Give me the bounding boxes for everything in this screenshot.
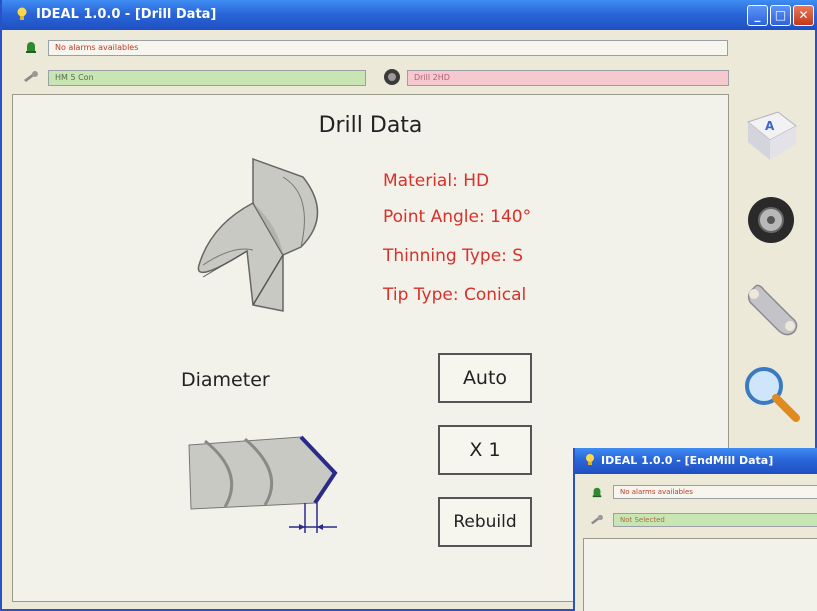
tool-status-field: HM 5 Con (48, 70, 366, 86)
drill-status-field: Drill 2HD (407, 70, 729, 86)
alarm-bell-icon (26, 42, 36, 53)
wrench-small-icon (591, 514, 603, 525)
endmill-data-window: IDEAL 1.0.0 - [EndMill Data] No alarms a… (573, 448, 817, 611)
keyboard-key-icon[interactable]: A (740, 108, 800, 164)
page-title: Drill Data (318, 113, 423, 138)
magnifier-icon[interactable] (740, 362, 802, 424)
rebuild-button[interactable]: Rebuild (438, 497, 532, 547)
minimize-button[interactable]: _ (747, 5, 768, 26)
window-title: IDEAL 1.0.0 - [Drill Data] (36, 7, 217, 22)
svg-text:A: A (765, 119, 775, 133)
endmill-title-bar[interactable]: IDEAL 1.0.0 - [EndMill Data] (575, 448, 817, 474)
lightbulb-icon (586, 454, 594, 465)
tip-type-label: Tip Type: Conical (383, 285, 527, 305)
thinning-type-label: Thinning Type: S (383, 246, 524, 266)
endmill-alarm-field: No alarms availables (613, 485, 817, 499)
tire-icon[interactable] (746, 194, 796, 246)
lightbulb-icon (17, 7, 27, 20)
title-bar[interactable]: IDEAL 1.0.0 - [Drill Data] _ □ ✕ (2, 0, 817, 30)
alarm-status-field: No alarms availables (48, 40, 728, 56)
endmill-content-panel (583, 538, 817, 611)
drill-side-illustration (188, 435, 338, 533)
wrench-icon[interactable] (742, 280, 802, 342)
alarm-bell-icon (592, 487, 602, 498)
diameter-label: Diameter (181, 369, 270, 391)
material-label: Material: HD (383, 171, 490, 191)
endmill-tool-field: Not Selected (613, 513, 817, 527)
x1-button[interactable]: X 1 (438, 425, 532, 475)
drill-tip-illustration (197, 157, 319, 312)
wrench-small-icon (24, 71, 38, 82)
point-angle-label: Point Angle: 140° (383, 207, 532, 227)
tire-small-icon (384, 69, 400, 85)
maximize-button[interactable]: □ (770, 5, 791, 26)
auto-button[interactable]: Auto (438, 353, 532, 403)
endmill-window-title: IDEAL 1.0.0 - [EndMill Data] (601, 454, 774, 467)
close-button[interactable]: ✕ (793, 5, 814, 26)
